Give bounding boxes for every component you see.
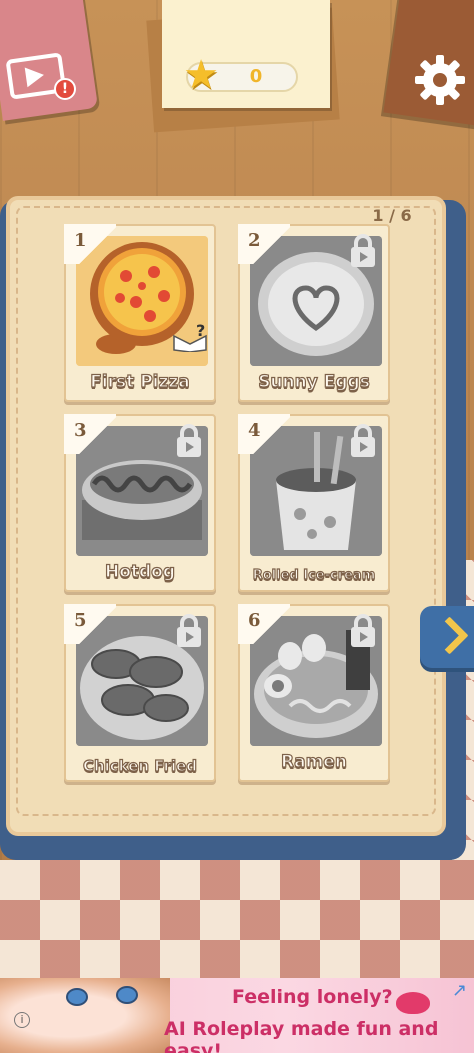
recipe-card-chicken-fried[interactable]: 5 Chicken Fried <box>64 604 216 782</box>
recipe-card-sunny-eggs[interactable]: 2 Sunny Eggs <box>238 224 390 402</box>
ad-lips-icon <box>396 992 430 1014</box>
ad-info-icon[interactable]: i <box>14 1012 30 1028</box>
ad-character-eye <box>66 988 88 1006</box>
recipe-number: 2 <box>248 230 261 251</box>
alert-badge: ! <box>54 78 76 100</box>
svg-text:?: ? <box>196 322 205 340</box>
next-page-button[interactable] <box>420 606 474 672</box>
ad-headline: Feeling lonely? <box>232 986 393 1008</box>
recipe-title: Rolled Ice-cream <box>252 567 376 583</box>
ad-character-eye <box>116 986 138 1004</box>
star-icon: ★ <box>183 52 219 98</box>
lock-icon <box>351 424 375 457</box>
ad-subheadline: AI Roleplay made fun and easy! <box>164 1018 439 1053</box>
recipe-number: 1 <box>74 230 87 251</box>
recipe-card-hotdog[interactable]: 3 Hotdog <box>64 414 216 592</box>
tablecloth-background <box>0 860 474 980</box>
gear-icon[interactable] <box>412 52 468 108</box>
recipe-number: 5 <box>74 610 87 631</box>
recipe-card-first-pizza[interactable]: ? 1 First Pizza <box>64 224 216 402</box>
lock-icon <box>177 424 201 457</box>
recipe-number-tab <box>64 604 116 644</box>
recipe-number-tab <box>64 414 116 454</box>
recipe-number-tab <box>238 604 290 644</box>
lock-icon <box>351 234 375 267</box>
ad-banner[interactable]: i Feeling lonely? AI Roleplay made fun a… <box>0 978 474 1053</box>
star-count: 0 <box>249 66 263 87</box>
ad-open-icon[interactable]: ↗ <box>452 982 470 1000</box>
page-indicator: 1 / 6 <box>372 206 412 225</box>
lock-icon <box>351 614 375 647</box>
recipe-number-tab <box>64 224 116 264</box>
recipe-number: 6 <box>248 610 261 631</box>
recipe-number-tab <box>238 414 290 454</box>
recipe-number: 4 <box>248 420 261 441</box>
recipe-title: Hotdog <box>104 561 176 582</box>
recipe-title: Chicken Fried <box>82 756 198 775</box>
recipe-card-ramen[interactable]: 6 Ramen <box>238 604 390 782</box>
recipe-book-question-icon: ? <box>173 322 207 352</box>
recipe-number-tab <box>238 224 290 264</box>
recipe-title: Sunny Eggs <box>258 371 371 392</box>
recipe-title: Ramen <box>280 751 347 772</box>
recipe-title: First Pizza <box>90 371 191 392</box>
recipe-number: 3 <box>74 420 87 441</box>
lock-icon <box>177 614 201 647</box>
recipe-card-rolled-ice-cream[interactable]: 4 Rolled Ice-cream <box>238 414 390 592</box>
